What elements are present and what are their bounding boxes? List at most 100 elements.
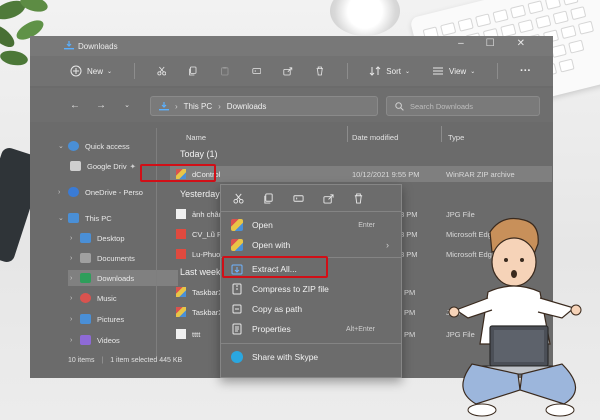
cloud-icon [68,187,79,197]
more-button[interactable]: ··· [520,61,531,81]
toolbar-divider [134,63,135,79]
sidebar-item-downloads[interactable]: › Downloads [68,270,178,286]
maximize-button[interactable]: ☐ [486,38,495,49]
file-date: 8 PM [400,209,418,219]
navigation-row: ← → ⌄ ↑ › This PC › Downloads ↻ Search D… [30,88,553,122]
file-date: 8 PM [400,229,418,239]
sidebar-item-quick-access[interactable]: ⌄ Quick access [58,138,130,154]
sidebar-item-this-pc[interactable]: ⌄ This PC [58,210,112,226]
file-row-dcontrol[interactable]: dControl 10/12/2021 9:55 PM WinRAR ZIP a… [170,166,552,182]
group-header-last-week[interactable]: Last week [180,267,221,277]
chevron-right-icon: › [70,254,73,262]
sidebar-item-videos[interactable]: › Videos [70,332,120,348]
image-icon [176,209,186,219]
file-date: 8 PM [400,249,418,259]
context-menu: Open Enter Open with › Extract All... Co… [220,184,402,378]
menu-item-compress-zip[interactable]: Compress to ZIP file [221,279,401,299]
forward-arrow-icon[interactable]: → [94,98,108,112]
title-bar: Downloads – ☐ ✕ [30,36,553,56]
sidebar-item-label: This PC [85,213,112,223]
sort-icon [369,66,381,76]
view-label: View [449,66,467,76]
menu-item-properties[interactable]: Properties Alt+Enter [221,319,401,339]
window-controls: – ☐ ✕ [458,38,525,49]
pdf-icon [176,249,186,259]
menu-item-open[interactable]: Open Enter [221,215,401,235]
copy-icon[interactable] [263,192,274,204]
sidebar-item-pictures[interactable]: › Pictures [70,311,124,327]
sidebar-item-label: Quick access [85,141,130,151]
column-divider[interactable] [347,126,348,142]
group-header-yesterday[interactable]: Yesterday [180,189,220,199]
cut-icon[interactable] [157,65,167,77]
delete-icon[interactable] [315,65,325,77]
paste-icon[interactable] [220,65,230,77]
group-header-today[interactable]: Today (1) [180,149,218,159]
sort-label: Sort [386,66,401,76]
search-input[interactable]: Search Downloads [386,96,540,116]
delete-icon[interactable] [353,192,364,204]
sort-button[interactable]: Sort ⌄ [369,61,410,81]
menu-divider [221,343,401,344]
copy-icon[interactable] [188,65,198,77]
documents-icon [80,253,91,263]
open-with-icon [231,239,243,251]
sidebar-item-label: Downloads [97,273,135,283]
close-button[interactable]: ✕ [517,38,525,49]
breadcrumb-downloads[interactable]: Downloads [227,102,267,111]
column-header-date[interactable]: Date modified [352,130,398,144]
pc-icon [68,213,79,223]
sidebar-item-music[interactable]: › Music [70,290,117,306]
dcontrol-highlight-box [140,164,216,182]
zip-icon [176,307,186,317]
glass-decoration [330,0,400,36]
zip-icon [232,283,242,295]
sidebar-item-google-drive[interactable]: Google Driv ✦ [70,158,136,174]
view-button[interactable]: View ⌄ [432,61,475,81]
extract-all-highlight-box [222,256,328,278]
menu-item-open-with[interactable]: Open with › [221,235,401,255]
minimize-button[interactable]: – [458,38,464,49]
chevron-right-icon: › [70,315,73,323]
column-header-type[interactable]: Type [448,130,464,144]
rename-icon[interactable] [252,65,262,77]
rename-icon[interactable] [293,193,304,204]
menu-item-label: Share with Skype [252,352,319,362]
address-bar[interactable]: › This PC › Downloads ↻ [150,96,399,116]
new-label: New [87,66,104,76]
column-divider[interactable] [441,126,442,142]
menu-shortcut: Enter [358,221,375,229]
file-date: PM [404,307,416,317]
menu-item-share-skype[interactable]: Share with Skype [221,347,401,367]
star-icon [68,141,79,151]
properties-icon [232,323,242,335]
menu-item-copy-path[interactable]: Copy as path [221,299,401,319]
share-icon[interactable] [283,65,293,77]
new-button[interactable]: New ⌄ [70,61,112,81]
sidebar-item-label: Google Driv [87,161,127,171]
sidebar-item-documents[interactable]: › Documents [70,250,135,266]
pdf-icon [176,229,186,239]
menu-shortcut: Alt+Enter [346,325,375,333]
sidebar-item-onedrive[interactable]: › OneDrive - Perso [58,184,143,200]
google-drive-icon [70,161,81,171]
menu-item-label: Open [252,220,273,230]
back-arrow-icon[interactable]: ← [68,98,82,112]
cut-icon[interactable] [233,193,244,204]
share-icon[interactable] [323,193,334,204]
sidebar-item-label: Pictures [97,314,125,324]
sidebar-item-desktop[interactable]: › Desktop [70,230,125,246]
column-header-name[interactable]: Name [186,130,206,144]
file-date: PM [404,287,416,297]
file-name: ảnh chân [192,209,223,219]
skype-icon [231,351,243,363]
chevron-right-icon: › [70,234,73,242]
selection-info: 1 item selected 445 KB [110,357,183,364]
context-quick-actions [221,185,401,211]
recent-chevron-icon[interactable]: ⌄ [120,98,134,112]
search-placeholder: Search Downloads [410,101,473,111]
chevron-down-icon: ⌄ [107,68,113,75]
breadcrumb-this-pc[interactable]: This PC [184,102,212,111]
folder-download-icon [159,101,169,110]
status-divider: | [101,357,104,364]
